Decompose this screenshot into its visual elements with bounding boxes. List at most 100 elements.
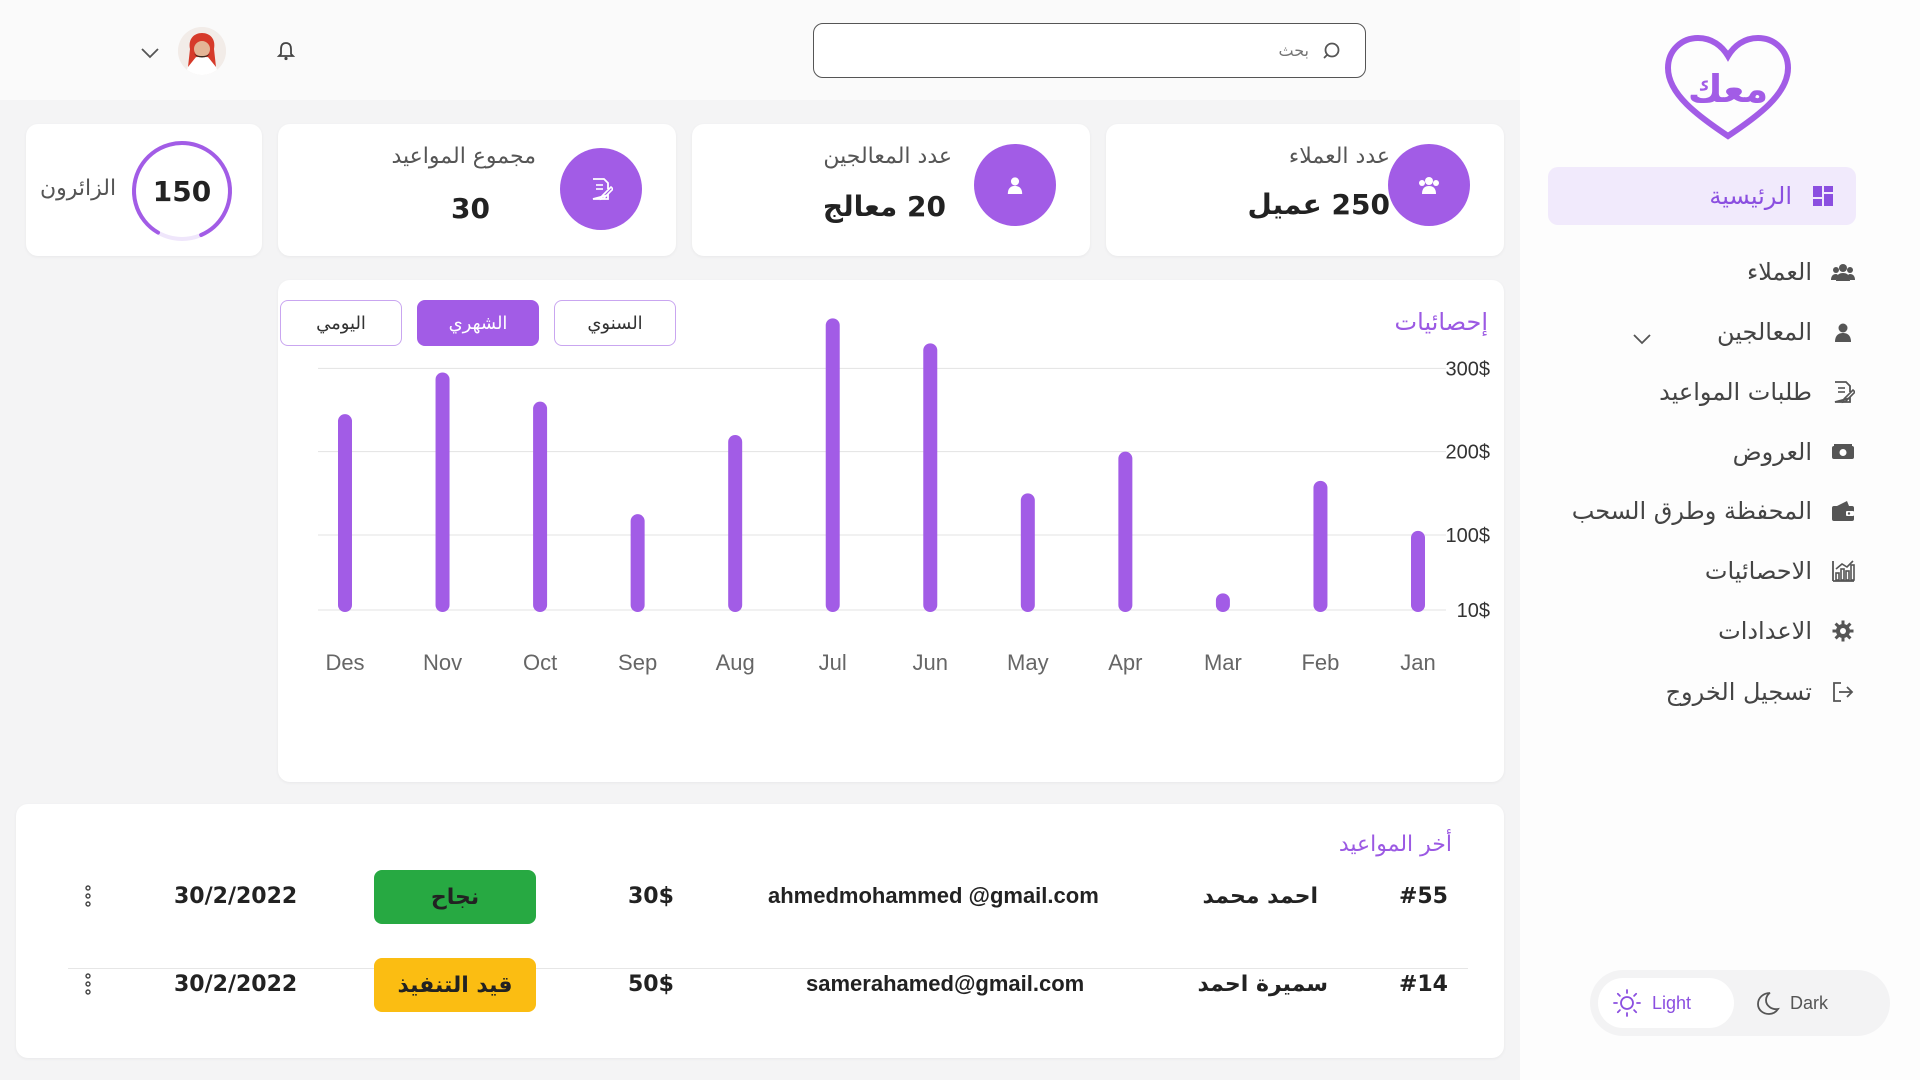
chart-bar[interactable]	[728, 435, 743, 612]
x-tick-label: Sep	[618, 650, 657, 675]
users-icon	[1388, 144, 1470, 226]
sidebar-item-appointment-requests[interactable]: طلبات المواعيد	[1659, 363, 1856, 421]
logout-icon	[1830, 679, 1856, 705]
stat-value: 250 عميل	[1247, 188, 1390, 221]
chart-bar[interactable]	[1411, 530, 1425, 612]
sidebar-item-wallet[interactable]: المحفظة وطرق السحب	[1572, 482, 1856, 540]
dark-theme-label: Dark	[1790, 992, 1829, 1013]
user-icon	[1830, 319, 1856, 345]
light-theme-label: Light	[1652, 992, 1692, 1013]
stat-card-therapists: عدد المعالجين 20 معالج	[692, 124, 1090, 256]
x-tick-label: Apr	[1108, 650, 1142, 675]
statistics-chart-card: إحصائيات السنوي الشهري اليومي 10$ 100$ 200…	[278, 280, 1504, 782]
x-tick-label: Oct	[523, 650, 557, 675]
money-icon	[1830, 439, 1856, 465]
bell-icon[interactable]	[276, 40, 296, 66]
visitors-label: الزائرون	[40, 176, 117, 201]
users-icon	[1830, 259, 1856, 285]
dashboard-icon	[1810, 183, 1836, 209]
x-tick-label: Jul	[819, 650, 847, 675]
status-badge: نجاح	[374, 870, 536, 924]
stat-label: عدد العملاء	[1288, 144, 1390, 169]
y-tick-label: 10$	[1457, 600, 1490, 622]
chart-bar[interactable]	[1118, 451, 1133, 612]
moon-icon	[1754, 990, 1780, 1016]
chevron-down-icon[interactable]	[1632, 330, 1652, 349]
sidebar-item-offers[interactable]: العروض	[1733, 423, 1856, 481]
search-input[interactable]	[1109, 41, 1309, 60]
stat-label: مجموع المواعيد	[391, 144, 536, 169]
dark-theme-button[interactable]: Dark	[1740, 978, 1870, 1028]
more-options-icon[interactable]	[78, 940, 98, 1028]
sidebar-item-label: العروض	[1732, 438, 1812, 466]
sidebar-item-label: الرئيسية	[1709, 182, 1792, 210]
bar-chart-icon	[1830, 558, 1856, 584]
sidebar-item-label: تسجيل الخروج	[1665, 678, 1812, 706]
search-box[interactable]	[813, 23, 1366, 78]
stat-card-clients: عدد العملاء 250 عميل	[1106, 124, 1504, 256]
sidebar-item-settings[interactable]: الاعدادات	[1718, 602, 1856, 660]
status-badge: قيد التنفيذ	[374, 958, 536, 1012]
sidebar-item-logout[interactable]: تسجيل الخروج	[1666, 663, 1856, 721]
y-tick-label: 100$	[1446, 525, 1491, 547]
x-tick-label: Mar	[1204, 650, 1242, 675]
sidebar-item-clients[interactable]: العملاء	[1747, 243, 1856, 301]
recent-appointments-card: أخر المواعيد #55 احمد محمد ahmedmohammed…	[16, 804, 1504, 1058]
user-icon	[974, 144, 1056, 226]
table-row[interactable]: #55 احمد محمد ahmedmohammed @gmail.com 3…	[68, 852, 1468, 940]
chart-bar[interactable]	[1215, 593, 1230, 612]
client-name: احمد محمد	[1202, 883, 1318, 909]
edit-document-icon	[560, 148, 642, 230]
wallet-icon	[1830, 498, 1856, 524]
chart-bar[interactable]	[1020, 493, 1035, 612]
appointment-id: #14	[1398, 971, 1448, 997]
edit-document-icon	[1830, 379, 1856, 405]
stat-card-appointments: مجموع المواعيد 30	[278, 124, 676, 256]
sun-icon	[1612, 988, 1642, 1018]
avatar[interactable]	[178, 27, 226, 75]
light-theme-button[interactable]: Light	[1598, 978, 1734, 1028]
chart-bar[interactable]	[533, 401, 548, 612]
stat-card-visitors: 150 الزائرون	[26, 124, 262, 256]
search-icon	[1323, 41, 1343, 61]
y-tick-label: 300$	[1446, 358, 1491, 380]
sidebar-item-label: طلبات المواعيد	[1659, 378, 1812, 406]
client-name: سميرة احمد	[1197, 971, 1328, 997]
stat-label: عدد المعالجين	[823, 144, 952, 169]
brand-logo[interactable]: معك	[1658, 32, 1798, 142]
svg-text:معك: معك	[1688, 67, 1768, 111]
x-tick-label: Nov	[423, 650, 462, 675]
x-tick-label: Feb	[1301, 650, 1339, 675]
table-row[interactable]: #14 سميرة احمد samerahamed@gmail.com 50$…	[68, 940, 1468, 1028]
chart-bar[interactable]	[923, 343, 938, 612]
stat-value: 20 معالج	[822, 190, 946, 223]
chart-bar[interactable]	[825, 318, 840, 612]
x-tick-label: Des	[325, 650, 364, 675]
client-email: ahmedmohammed @gmail.com	[768, 883, 1099, 908]
sidebar-item-label: المحفظة وطرق السحب	[1571, 497, 1812, 525]
price: 30$	[628, 883, 674, 909]
appointment-date: 30/2/2022	[174, 971, 298, 997]
more-options-icon[interactable]	[78, 852, 98, 940]
appointment-date: 30/2/2022	[174, 883, 298, 909]
appointment-id: #55	[1398, 883, 1448, 909]
sidebar-item-label: العملاء	[1746, 258, 1812, 286]
sidebar-item-statistics[interactable]: الاحصائيات	[1705, 542, 1856, 600]
chart-bar[interactable]	[338, 414, 352, 612]
bar-chart: 10$ 100$ 200$ 300$ Jan Feb Mar Apr May Jun Jul Aug S…	[318, 318, 1491, 675]
sidebar: معك الرئيسية العملاء المعالجين طلبات الم…	[1520, 0, 1920, 1080]
gear-icon	[1830, 618, 1856, 644]
x-tick-label: May	[1007, 650, 1049, 675]
chart-bar[interactable]	[630, 514, 645, 612]
sidebar-item-home[interactable]: الرئيسية	[1548, 167, 1856, 225]
client-email: samerahamed@gmail.com	[806, 971, 1085, 996]
x-tick-label: Jun	[913, 650, 948, 675]
sidebar-item-label: الاحصائيات	[1704, 557, 1812, 585]
sidebar-item-label: الاعدادات	[1718, 617, 1812, 645]
chart-bar[interactable]	[435, 372, 450, 613]
sidebar-item-therapists[interactable]: المعالجين	[1717, 303, 1856, 361]
visitors-count: 150	[152, 174, 212, 208]
chevron-down-icon[interactable]	[140, 44, 160, 63]
stat-value: 30	[451, 192, 490, 225]
chart-bar[interactable]	[1313, 480, 1328, 612]
